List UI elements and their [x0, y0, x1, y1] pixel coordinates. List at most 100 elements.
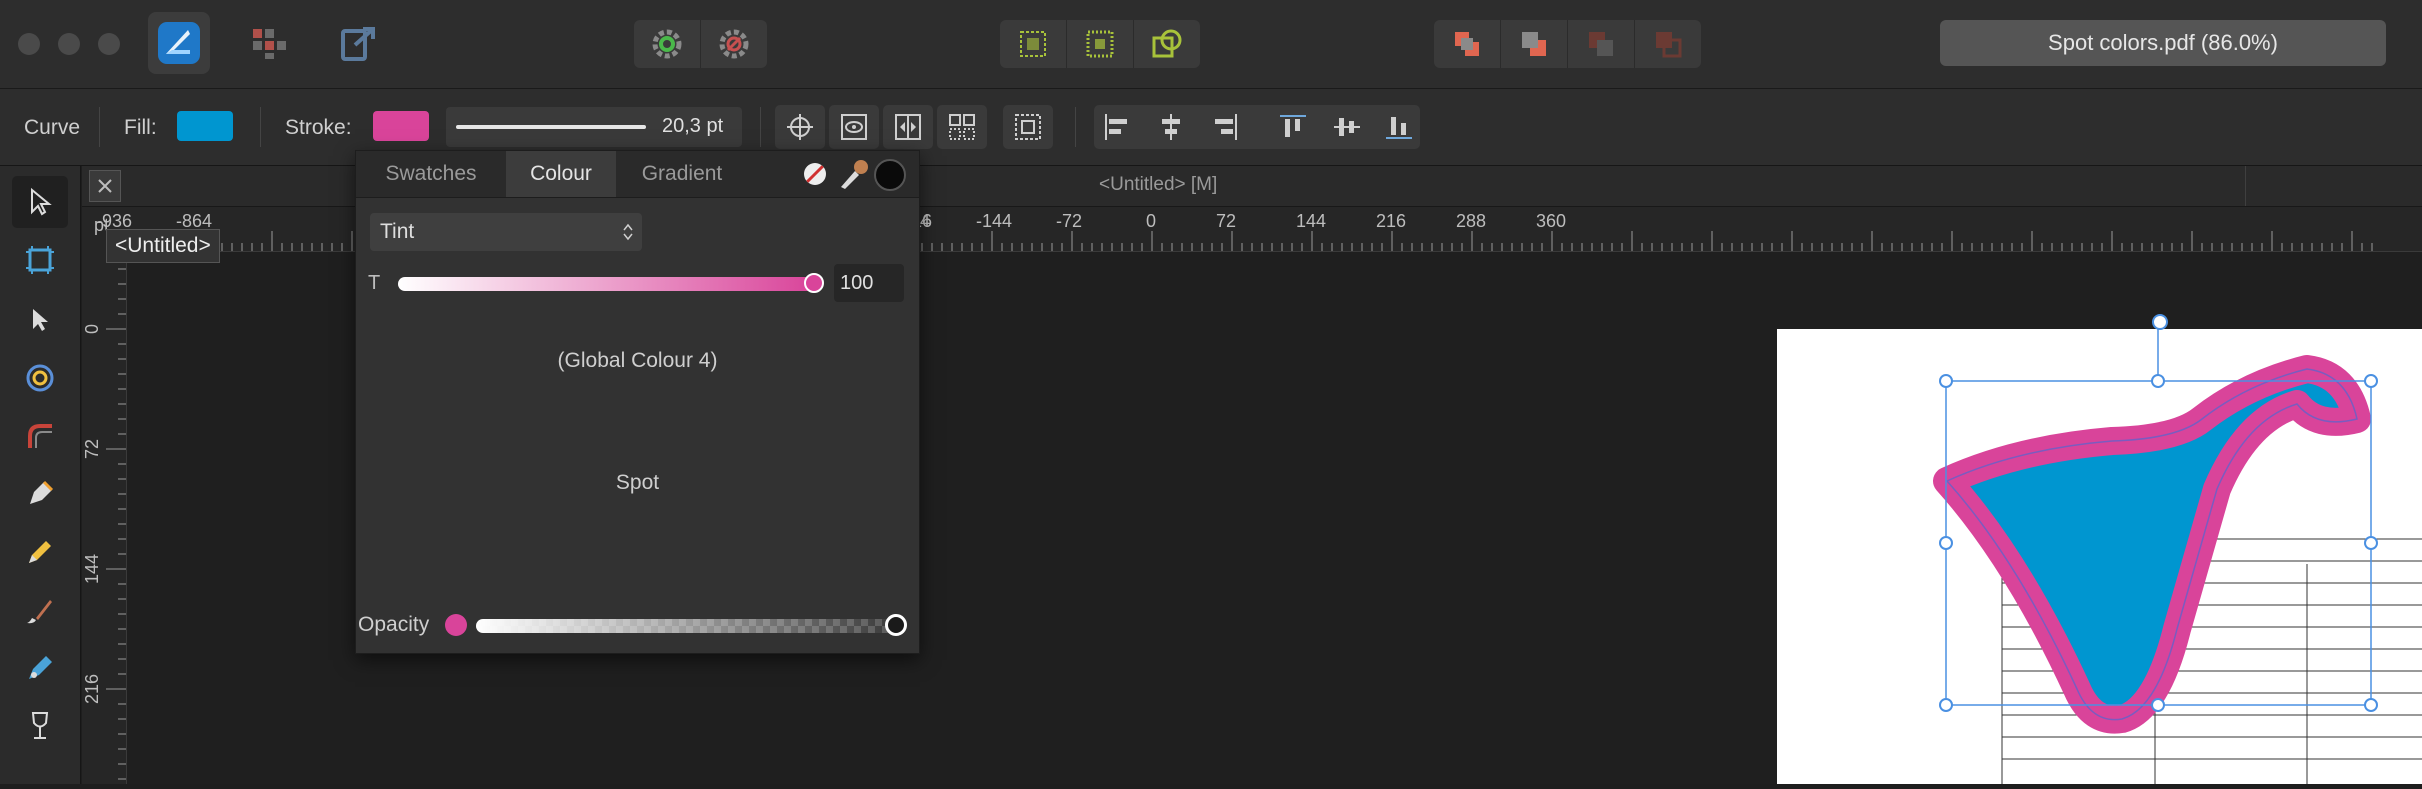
pencil-icon — [29, 541, 51, 563]
transform-objects-button[interactable] — [1000, 20, 1067, 68]
distribute-button[interactable] — [937, 105, 987, 149]
opacity-preview-swatch — [445, 614, 467, 636]
align-left-button[interactable] — [1102, 112, 1146, 142]
align-right-icon — [1215, 114, 1237, 140]
pen-icon — [30, 480, 54, 504]
node-pointer-icon — [33, 309, 48, 331]
distribute-grid-icon — [949, 114, 975, 140]
export-persona-button[interactable] — [334, 20, 384, 66]
ruler-tick-label: 216 — [82, 674, 102, 704]
ruler-tick-label: -864 — [176, 211, 212, 231]
vertical-ruler[interactable]: 0 72 144 216 — [82, 251, 127, 784]
pen-tool[interactable] — [12, 468, 68, 520]
selection-handle[interactable] — [1939, 698, 1953, 712]
layer-name-tooltip: <Untitled> — [106, 229, 220, 263]
fill-icon — [29, 656, 52, 679]
transform-origin-button[interactable] — [1134, 20, 1200, 68]
global-colour-name: (Global Colour 4) — [557, 349, 718, 372]
stroke-width-control[interactable]: 20,3 pt — [446, 107, 742, 147]
selection-handle[interactable] — [2364, 536, 2378, 550]
selection-handle[interactable] — [2364, 374, 2378, 388]
no-colour-button[interactable] — [804, 163, 826, 185]
selection-handle[interactable] — [2151, 698, 2165, 712]
snapping-button[interactable] — [634, 20, 701, 68]
selection-handle[interactable] — [1939, 374, 1953, 388]
align-center-button[interactable] — [1156, 112, 1200, 142]
close-icon — [98, 179, 112, 193]
chevron-updown-icon — [623, 223, 633, 241]
artboard-page[interactable] — [1777, 321, 2422, 784]
move-back-one-button[interactable] — [1501, 20, 1568, 68]
move-forward-one-button[interactable] — [1568, 20, 1635, 68]
arrange-group — [1434, 20, 1701, 68]
corner-tool[interactable] — [12, 410, 68, 462]
align-top-button[interactable] — [1278, 112, 1322, 142]
transform-group — [1000, 20, 1200, 68]
fill-tool[interactable] — [12, 642, 68, 694]
colour-mode-dropdown[interactable]: Tint — [370, 213, 642, 251]
opacity-slider[interactable] — [476, 614, 907, 636]
artboard-tool[interactable] — [12, 234, 68, 286]
flip-horizontal-button[interactable] — [883, 105, 933, 149]
move-to-front-button[interactable] — [1635, 20, 1701, 68]
tab-colour[interactable]: Colour — [506, 151, 616, 197]
flip-horizontal-icon — [895, 114, 921, 140]
artwork — [1933, 321, 2422, 784]
ruler-tick-label: 0 — [82, 324, 102, 334]
selection-bounds-button[interactable] — [1003, 105, 1053, 149]
align-middle-icon — [1334, 118, 1360, 136]
transform-origin-toggle[interactable] — [775, 105, 825, 149]
close-window-button[interactable] — [18, 33, 40, 55]
selection-handle[interactable] — [2151, 374, 2165, 388]
zoom-window-button[interactable] — [98, 33, 120, 55]
picked-colour-swatch[interactable] — [874, 159, 906, 191]
colour-mode-value: Tint — [380, 220, 415, 243]
tools-panel — [0, 166, 81, 784]
overlap-shapes-icon — [1152, 29, 1182, 58]
fill-swatch[interactable] — [177, 111, 233, 141]
close-tab-button[interactable] — [89, 170, 121, 202]
align-right-button[interactable] — [1210, 112, 1254, 142]
wine-glass-icon — [31, 712, 49, 739]
selection-handle[interactable] — [1939, 536, 1953, 550]
contour-icon — [26, 364, 54, 392]
move-to-back-button[interactable] — [1434, 20, 1501, 68]
contour-tool[interactable] — [12, 352, 68, 404]
ruler-tick-label: 144 — [82, 554, 102, 584]
divider — [99, 107, 100, 147]
node-tool[interactable] — [12, 294, 68, 346]
snapping-group — [634, 20, 767, 68]
vector-brush-tool[interactable] — [12, 584, 68, 636]
tint-slider-knob[interactable] — [804, 273, 824, 293]
tab-swatches[interactable]: Swatches — [356, 151, 506, 197]
align-bottom-button[interactable] — [1384, 112, 1418, 142]
tint-value: 100 — [840, 271, 874, 294]
tint-slider[interactable] — [398, 273, 824, 293]
document-tab-title[interactable]: <Untitled> [M] — [1099, 174, 1217, 196]
selection-handle[interactable] — [2364, 698, 2378, 712]
designer-persona-button[interactable] — [148, 12, 210, 74]
pixel-persona-button[interactable] — [244, 20, 294, 66]
gear-slash-icon — [719, 29, 749, 59]
move-back-one-icon — [1522, 32, 1546, 56]
transparency-tool[interactable] — [12, 700, 68, 752]
tint-value-field[interactable]: 100 — [834, 264, 904, 302]
align-middle-button[interactable] — [1332, 112, 1376, 142]
show-selection-box-button[interactable] — [829, 105, 879, 149]
transform-separately-button[interactable] — [1067, 20, 1134, 68]
colour-panel: Swatches Colour Gradient Tint T 100 (Glo… — [355, 150, 920, 654]
align-bottom-icon — [1386, 117, 1412, 139]
colour-type-label: Spot — [615, 471, 660, 494]
tab-gradient[interactable]: Gradient — [616, 151, 748, 197]
opacity-slider-knob[interactable] — [885, 614, 907, 636]
colour-picker-button[interactable] — [837, 157, 869, 191]
move-tool[interactable] — [12, 176, 68, 228]
rotation-handle[interactable] — [2152, 314, 2168, 330]
alignment-group — [1094, 105, 1420, 149]
crosshair-icon — [787, 114, 813, 140]
pencil-tool[interactable] — [12, 526, 68, 578]
snapping-options-button[interactable] — [701, 20, 767, 68]
minimize-window-button[interactable] — [58, 33, 80, 55]
curve-shape[interactable] — [1933, 355, 2371, 734]
stroke-swatch[interactable] — [373, 111, 429, 141]
